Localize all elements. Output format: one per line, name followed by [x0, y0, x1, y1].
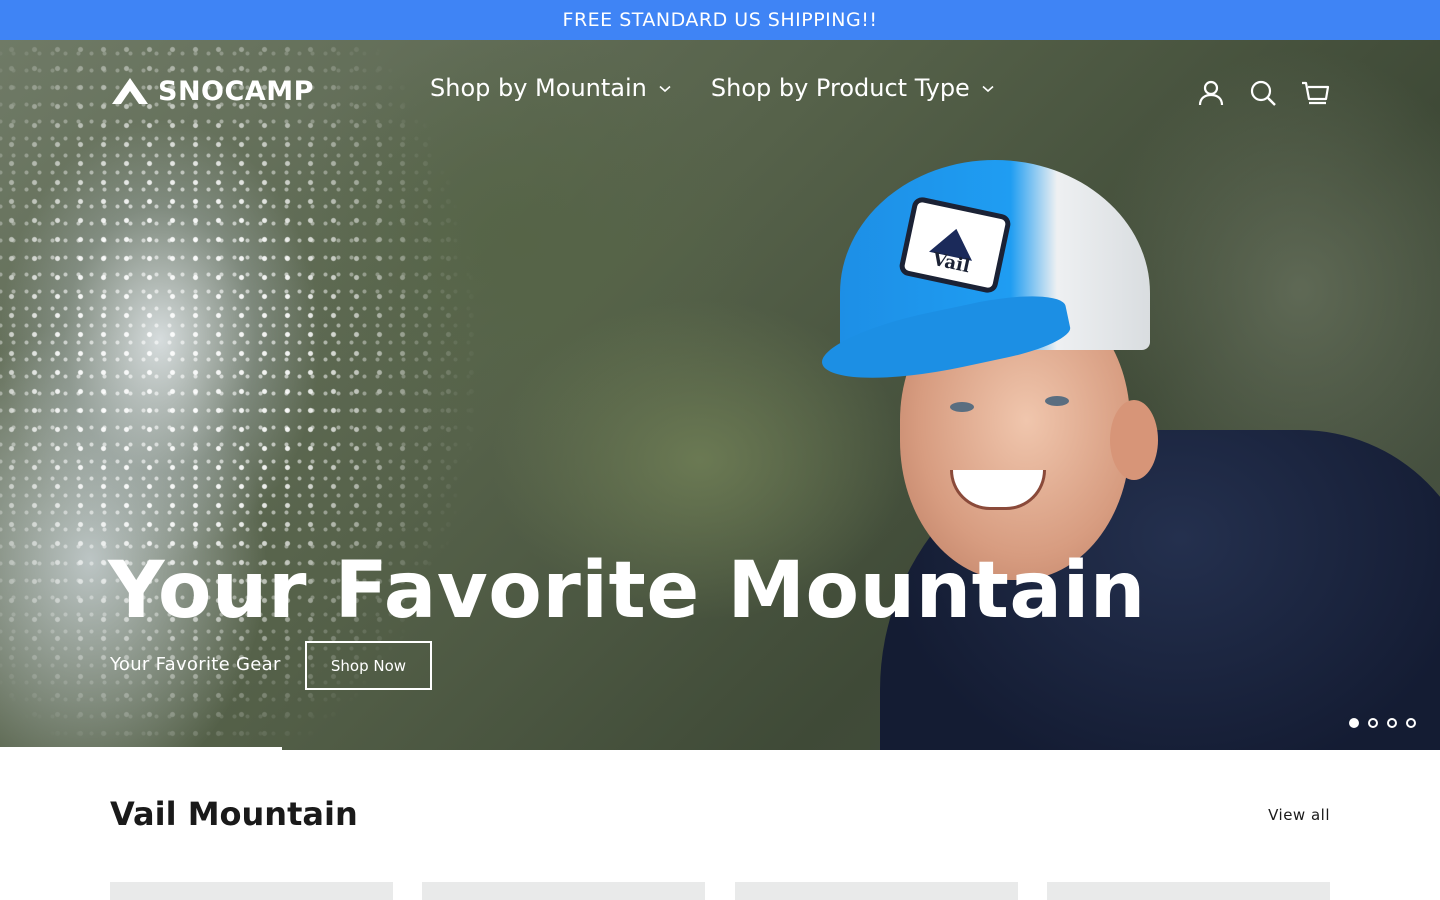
slide-dots [1349, 718, 1425, 728]
product-card[interactable] [110, 882, 393, 900]
account-button[interactable] [1196, 78, 1226, 108]
product-card[interactable] [422, 882, 706, 900]
shop-now-button[interactable]: Shop Now [305, 641, 432, 690]
section-title: Vail Mountain [110, 795, 358, 833]
hero-person-image: Vail [816, 160, 1440, 750]
main-nav: Shop by Mountain Shop by Product Type [430, 74, 1034, 102]
nav-label: Shop by Mountain [430, 74, 647, 102]
product-card[interactable] [1046, 882, 1330, 900]
hero-title: Your Favorite Mountain [108, 546, 1146, 636]
slide-progress-bar [0, 747, 282, 750]
view-all-link[interactable]: View all [1268, 806, 1330, 824]
slide-dot-3[interactable] [1387, 718, 1397, 728]
cart-icon [1302, 81, 1330, 105]
account-icon [1198, 80, 1224, 106]
product-grid [110, 882, 1330, 900]
search-icon [1250, 80, 1276, 106]
nav-label: Shop by Product Type [710, 74, 970, 102]
product-card[interactable] [734, 882, 1018, 900]
slide-dot-4[interactable] [1406, 718, 1416, 728]
hero-banner: Vail [0, 40, 1440, 750]
slide-dot-2[interactable] [1368, 718, 1378, 728]
hero-subtitle: Your Favorite Gear [110, 654, 281, 675]
brand-logo[interactable]: SNOCAMP [110, 73, 314, 109]
announcement-text: FREE STANDARD US SHIPPING!! [562, 9, 878, 31]
right-eye [1045, 396, 1069, 406]
slide-dot-1[interactable] [1349, 718, 1359, 728]
ear [1110, 400, 1158, 480]
cart-button[interactable] [1300, 78, 1330, 108]
site-header: SNOCAMP Shop by Mountain Shop by Product… [0, 40, 1440, 144]
chevron-down-icon [659, 85, 671, 93]
nav-shop-by-product-type[interactable]: Shop by Product Type [711, 74, 994, 102]
chevron-down-icon [982, 85, 994, 93]
brand-name: SNOCAMP [158, 75, 314, 107]
announcement-bar: FREE STANDARD US SHIPPING!! [0, 0, 1440, 40]
nav-shop-by-mountain[interactable]: Shop by Mountain [430, 74, 671, 102]
mountain-logo-icon [112, 78, 148, 104]
search-button[interactable] [1248, 78, 1278, 108]
header-utilities [1174, 78, 1330, 108]
left-eye [950, 402, 974, 412]
water-spray-decoration [0, 40, 520, 750]
